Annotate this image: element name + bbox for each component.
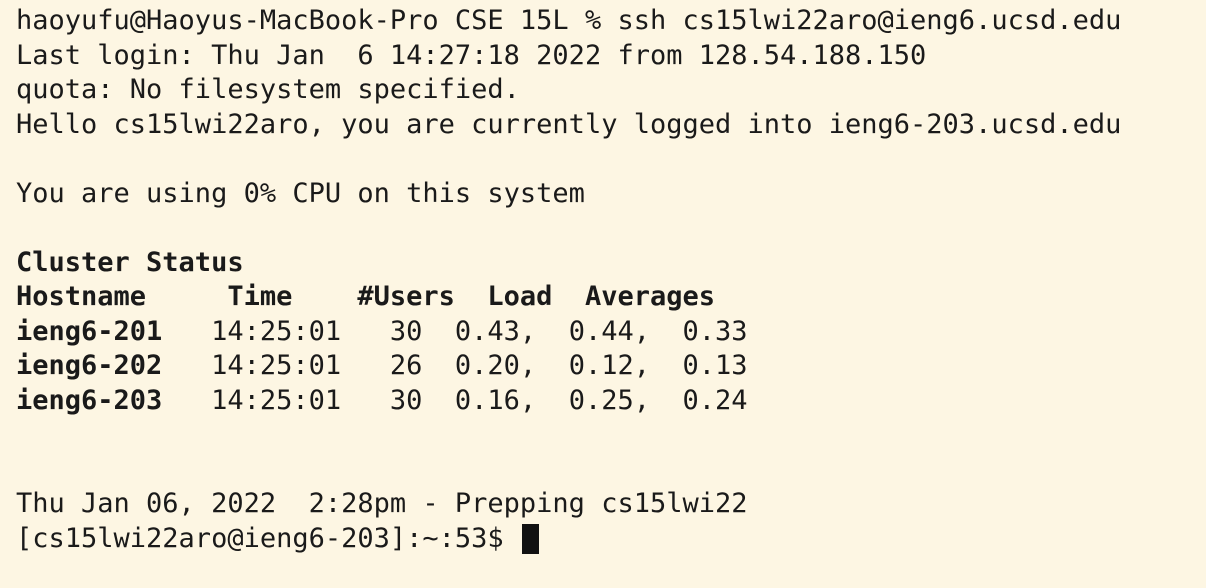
quota-line: quota: No filesystem specified. — [16, 74, 520, 105]
last-login-line: Last login: Thu Jan 6 14:27:18 2022 from… — [16, 39, 927, 71]
cluster-row: ieng6-203 14:25:01 30 0.16, 0.25, 0.24 — [16, 384, 1190, 419]
hello-line: Hello cs15lwi22aro, you are currently lo… — [16, 108, 1122, 140]
cluster-status-header: Hostname Time #Users Load Averages — [16, 281, 715, 312]
cluster-row: ieng6-201 14:25:01 30 0.43, 0.44, 0.33 — [16, 315, 1190, 350]
cluster-row-stats: 14:25:01 30 0.16, 0.25, 0.24 — [162, 384, 748, 416]
cluster-row-stats: 14:25:01 26 0.20, 0.12, 0.13 — [162, 350, 748, 381]
shell-prompt: [cs15lwi22aro@ieng6-203]:~:53$ — [16, 522, 520, 554]
cpu-usage-line: You are using 0% CPU on this system — [16, 177, 585, 209]
cluster-status-title: Cluster Status — [16, 246, 244, 278]
shell-prompt-line[interactable]: [cs15lwi22aro@ieng6-203]:~:53$ — [16, 522, 1190, 557]
cluster-row-stats: 14:25:01 30 0.43, 0.44, 0.33 — [162, 315, 748, 347]
text-cursor — [521, 523, 539, 554]
cluster-row: ieng6-202 14:25:01 26 0.20, 0.12, 0.13 — [16, 349, 1190, 384]
cluster-row-hostname: ieng6-202 — [16, 350, 163, 381]
cluster-row-hostname: ieng6-201 — [16, 315, 163, 347]
terminal-window[interactable]: haoyufu@Haoyus-MacBook-Pro CSE 15L % ssh… — [0, 0, 1206, 588]
prepping-line: Thu Jan 06, 2022 2:28pm - Prepping cs15l… — [16, 488, 748, 519]
ssh-command-line: haoyufu@Haoyus-MacBook-Pro CSE 15L % ssh… — [16, 5, 1122, 36]
cluster-row-hostname: ieng6-203 — [16, 384, 163, 416]
